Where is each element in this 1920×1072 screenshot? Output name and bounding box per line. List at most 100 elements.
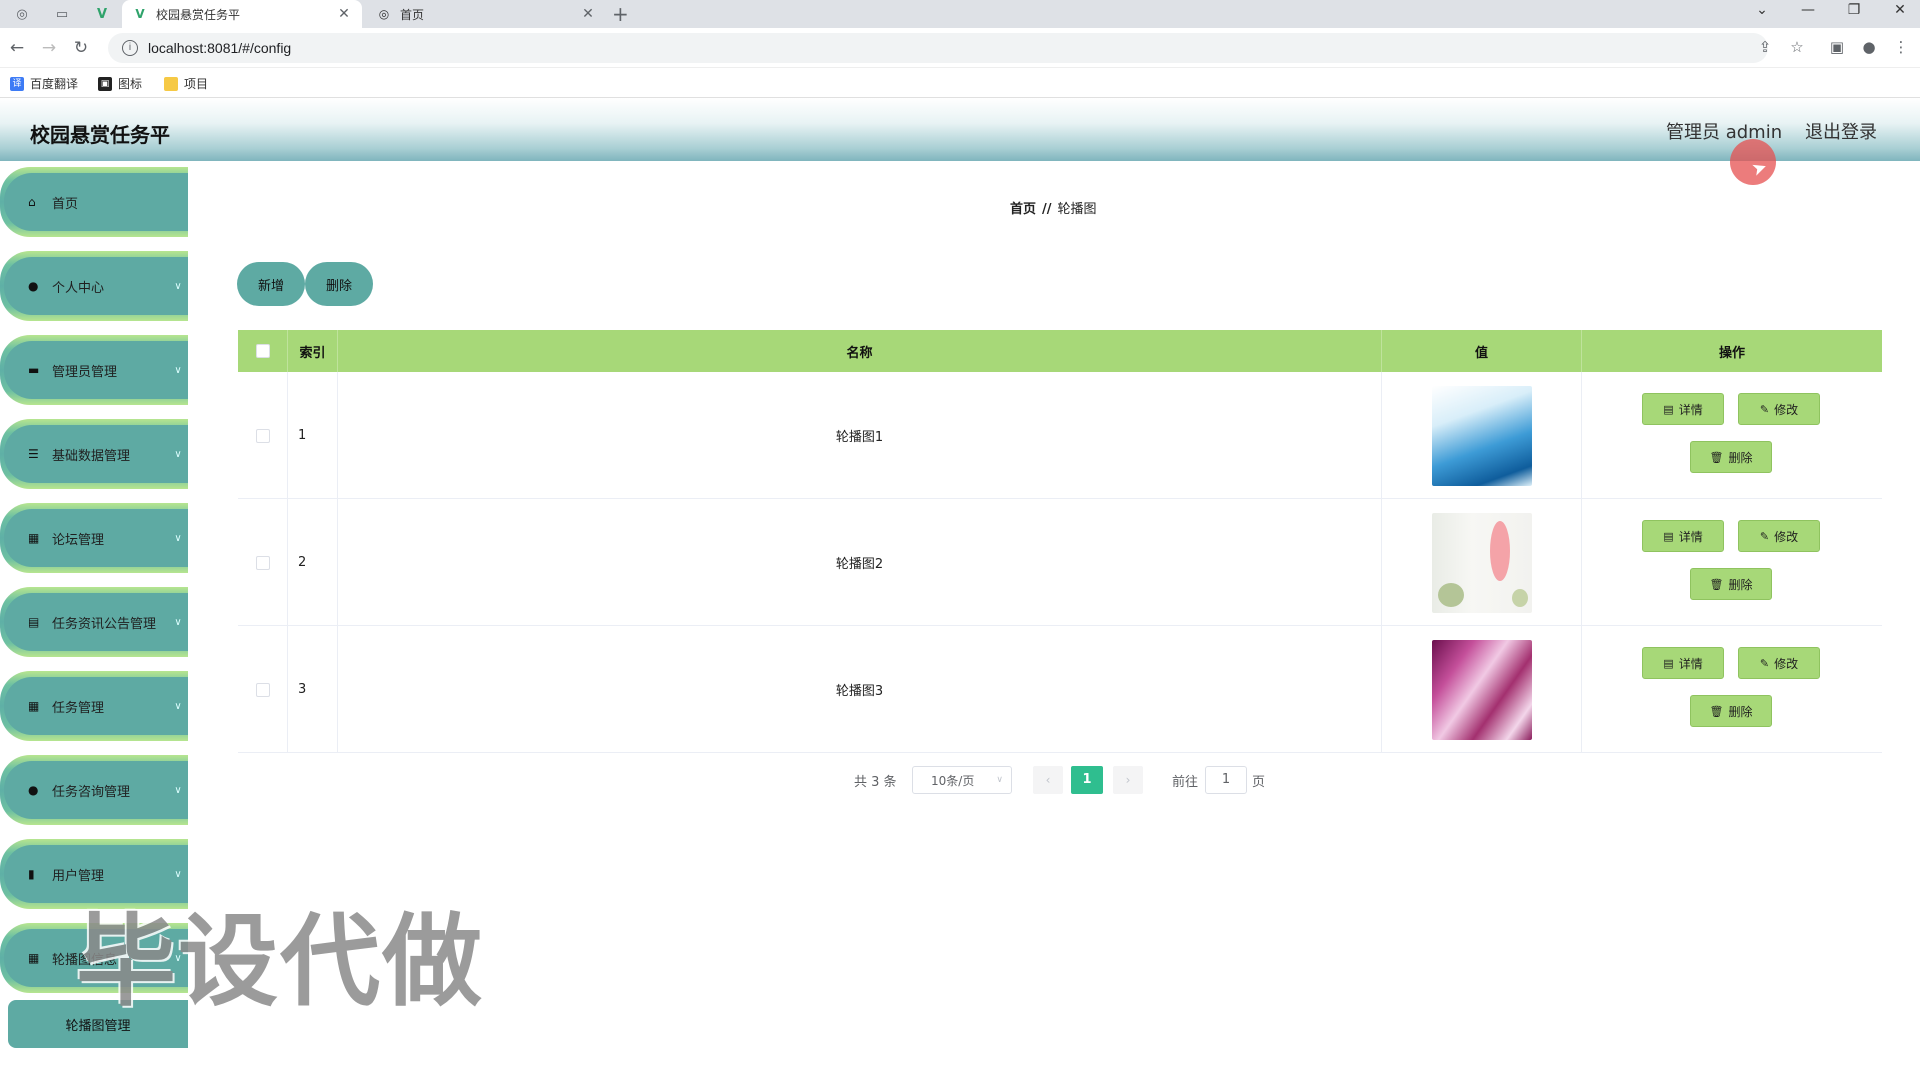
bar-chart-icon: ▮ [28,867,35,881]
user-icon: ● [28,279,39,293]
row-delete-button[interactable]: 🗑 删除 [1690,441,1772,473]
browser-toolbar: ← → ↻ i localhost:8081/#/config ⇪ ☆ ▣ ● … [0,28,1920,68]
close-icon[interactable]: ✕ [580,6,596,22]
back-icon[interactable]: ← [6,37,28,59]
admin-label: 管理员 admin [1666,122,1783,143]
detail-button[interactable]: ▤ 详情 [1642,520,1724,552]
document-icon: ▤ [1663,529,1674,543]
blank-tab-icon[interactable]: ▭ [50,4,74,24]
edit-label: 修改 [1774,656,1799,671]
chevron-down-icon: ∨ [996,775,1003,785]
sidebar-item-base-data[interactable]: ☰ 基础数据管理 ∨ [0,419,188,489]
detail-label: 详情 [1678,402,1703,417]
folder-icon [164,76,178,91]
sidebar-item-label: 任务管理 [52,700,105,716]
image-icon: ▣ [98,76,112,91]
restore-icon[interactable]: ❐ [1834,2,1874,18]
tab-active[interactable]: V 校园悬赏任务平 ✕ [122,0,362,28]
sidebar-item-personal-center[interactable]: ● 个人中心 ∨ [0,251,188,321]
reload-icon[interactable]: ↻ [70,37,92,59]
header-index: 索引 [288,330,338,372]
sidebar-item-label: 任务资讯公告管理 [52,616,157,632]
carousel-thumbnail-image[interactable] [1431,385,1532,486]
browser-tab-strip: ◎ ▭ V V 校园悬赏任务平 ✕ ◎ 首页 ✕ + ⌄ — ❐ ✕ [0,0,1920,28]
edit-label: 修改 [1774,402,1799,417]
tab-home[interactable]: ◎ 首页 ✕ [366,0,606,28]
detail-label: 详情 [1678,529,1703,544]
select-all-checkbox[interactable] [255,344,270,358]
sidebar-item-task-management[interactable]: ▦ 任务管理 ∨ [0,671,188,741]
logout-link[interactable]: 退出登录 [1805,118,1877,144]
edit-button[interactable]: ✎ 修改 [1738,393,1820,425]
vue-logo-icon[interactable]: V [90,4,114,24]
breadcrumb-home[interactable]: 首页 [1010,202,1036,217]
table-row: 2 轮播图2 ▤ 详情 ✎ 修改 🗑 删除 [238,499,1882,626]
tab-search-chevron-icon[interactable]: ⌄ [1742,2,1782,18]
forward-icon[interactable]: → [38,37,60,59]
chat-icon: ▬ [28,363,40,377]
menu-icon[interactable]: ⋮ [1890,38,1912,60]
close-icon[interactable]: ✕ [336,6,352,22]
pencil-icon: ✎ [1759,529,1770,543]
row-index: 1 [288,372,338,499]
row-checkbox[interactable] [255,428,270,443]
row-checkbox[interactable] [255,555,270,570]
chevron-down-icon: ∨ [174,280,182,292]
row-checkbox[interactable] [255,682,270,697]
bookmark-project[interactable]: 项目 [164,75,208,92]
delete-label: 删除 [1728,450,1753,465]
detail-button[interactable]: ▤ 详情 [1642,647,1724,679]
chevron-down-icon: ∨ [174,364,182,376]
next-page-icon[interactable]: › [1113,766,1143,794]
row-ops-cell: ▤ 详情 ✎ 修改 🗑 删除 [1582,372,1882,499]
trash-icon: 🗑 [1709,704,1724,718]
trash-icon: 🗑 [1709,577,1724,591]
row-name: 轮播图1 [338,372,1382,499]
sidebar-item-admin-management[interactable]: ▬ 管理员管理 ∨ [0,335,188,405]
location-icon: ● [28,783,39,797]
bookmarks-bar: 译 百度翻译 ▣ 图标 项目 [0,68,1920,98]
row-value-cell [1382,499,1582,626]
minimize-icon[interactable]: — [1788,2,1828,18]
pencil-icon: ✎ [1759,402,1770,416]
page-size-select[interactable]: 10条/页 ∨ [912,766,1012,794]
row-delete-button[interactable]: 🗑 删除 [1690,568,1772,600]
goto-label: 前往 [1172,774,1199,790]
globe-icon[interactable]: ◎ [10,4,34,24]
delete-button[interactable]: 删除 [305,262,373,306]
edit-button[interactable]: ✎ 修改 [1738,647,1820,679]
chevron-down-icon: ∨ [174,616,182,628]
list-icon: ☰ [28,447,39,461]
edit-button[interactable]: ✎ 修改 [1738,520,1820,552]
carousel-thumbnail-image[interactable] [1431,639,1532,740]
globe-icon: ◎ [378,7,390,21]
star-icon[interactable]: ☆ [1786,38,1808,60]
table-header: 索引 名称 值 操作 [238,330,1882,372]
row-select-cell [238,499,288,626]
close-window-icon[interactable]: ✕ [1880,2,1920,18]
new-tab-icon[interactable]: + [612,2,629,26]
bookmark-icons[interactable]: ▣ 图标 [98,75,142,92]
sidebar-item-home[interactable]: ⌂ 首页 [0,167,188,237]
sidebar-item-task-consult[interactable]: ● 任务咨询管理 ∨ [0,755,188,825]
bookmark-baidu-translate[interactable]: 译 百度翻译 [10,75,78,92]
sidebar-item-task-news[interactable]: ▤ 任务资讯公告管理 ∨ [0,587,188,657]
side-panel-icon[interactable]: ▣ [1826,38,1848,60]
profile-icon[interactable]: ● [1858,38,1880,60]
share-icon[interactable]: ⇪ [1754,38,1776,60]
goto-page-input[interactable]: 1 [1205,766,1247,794]
tab-title: 首页 [400,7,425,22]
add-button[interactable]: 新增 [237,262,305,306]
info-icon[interactable]: i [122,40,138,56]
watermark-text: 毕设代做 [76,903,484,1020]
prev-page-icon[interactable]: ‹ [1033,766,1063,794]
address-bar[interactable]: i localhost:8081/#/config [108,33,1768,63]
row-delete-button[interactable]: 🗑 删除 [1690,695,1772,727]
bookmark-label: 百度翻译 [30,77,79,91]
edit-label: 修改 [1774,529,1799,544]
bookmark-label: 项目 [184,77,209,91]
sidebar-item-forum[interactable]: ▦ 论坛管理 ∨ [0,503,188,573]
detail-button[interactable]: ▤ 详情 [1642,393,1724,425]
page-number-active[interactable]: 1 [1071,766,1103,794]
carousel-thumbnail-image[interactable] [1431,512,1532,613]
